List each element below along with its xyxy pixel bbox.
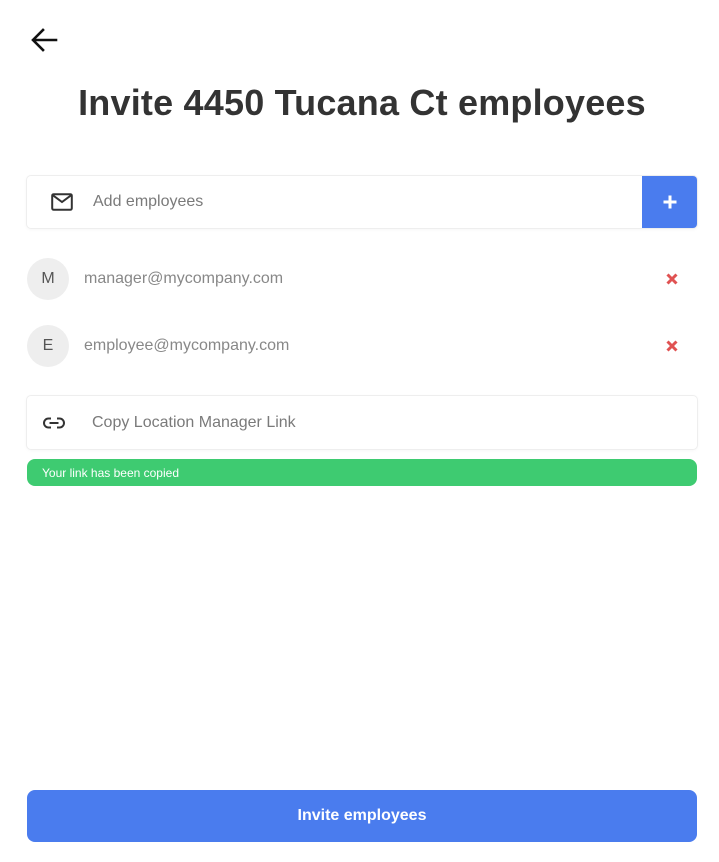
page-title: Invite 4450 Tucana Ct employees	[78, 82, 646, 123]
copy-link-label: Copy Location Manager Link	[92, 413, 296, 431]
add-employees-row	[27, 176, 697, 228]
invitee-email: employee@mycompany.com	[84, 337, 290, 354]
avatar: M	[27, 258, 69, 300]
remove-invitee-button[interactable]	[660, 334, 684, 358]
add-employees-field[interactable]	[27, 176, 642, 228]
plus-icon	[663, 195, 676, 209]
invite-employees-button[interactable]: Invite employees	[27, 790, 697, 842]
link-copied-toast: Your link has been copied	[27, 459, 697, 486]
arrow-left-icon	[31, 28, 58, 52]
close-icon	[666, 273, 678, 285]
invite-employees-page: Invite 4450 Tucana Ct employees M manage…	[0, 0, 719, 862]
mail-icon	[27, 193, 93, 211]
copy-manager-link-button[interactable]: Copy Location Manager Link	[27, 396, 697, 449]
avatar: E	[27, 325, 69, 367]
add-employees-input[interactable]	[93, 176, 642, 228]
remove-invitee-button[interactable]	[660, 267, 684, 291]
back-button[interactable]	[27, 24, 61, 56]
link-icon	[14, 417, 94, 429]
invitee-row: E employee@mycompany.com	[27, 325, 697, 367]
invitee-row: M manager@mycompany.com	[27, 258, 697, 300]
add-employee-button[interactable]	[642, 176, 697, 228]
invitee-email: manager@mycompany.com	[84, 270, 284, 287]
close-icon	[666, 340, 678, 352]
